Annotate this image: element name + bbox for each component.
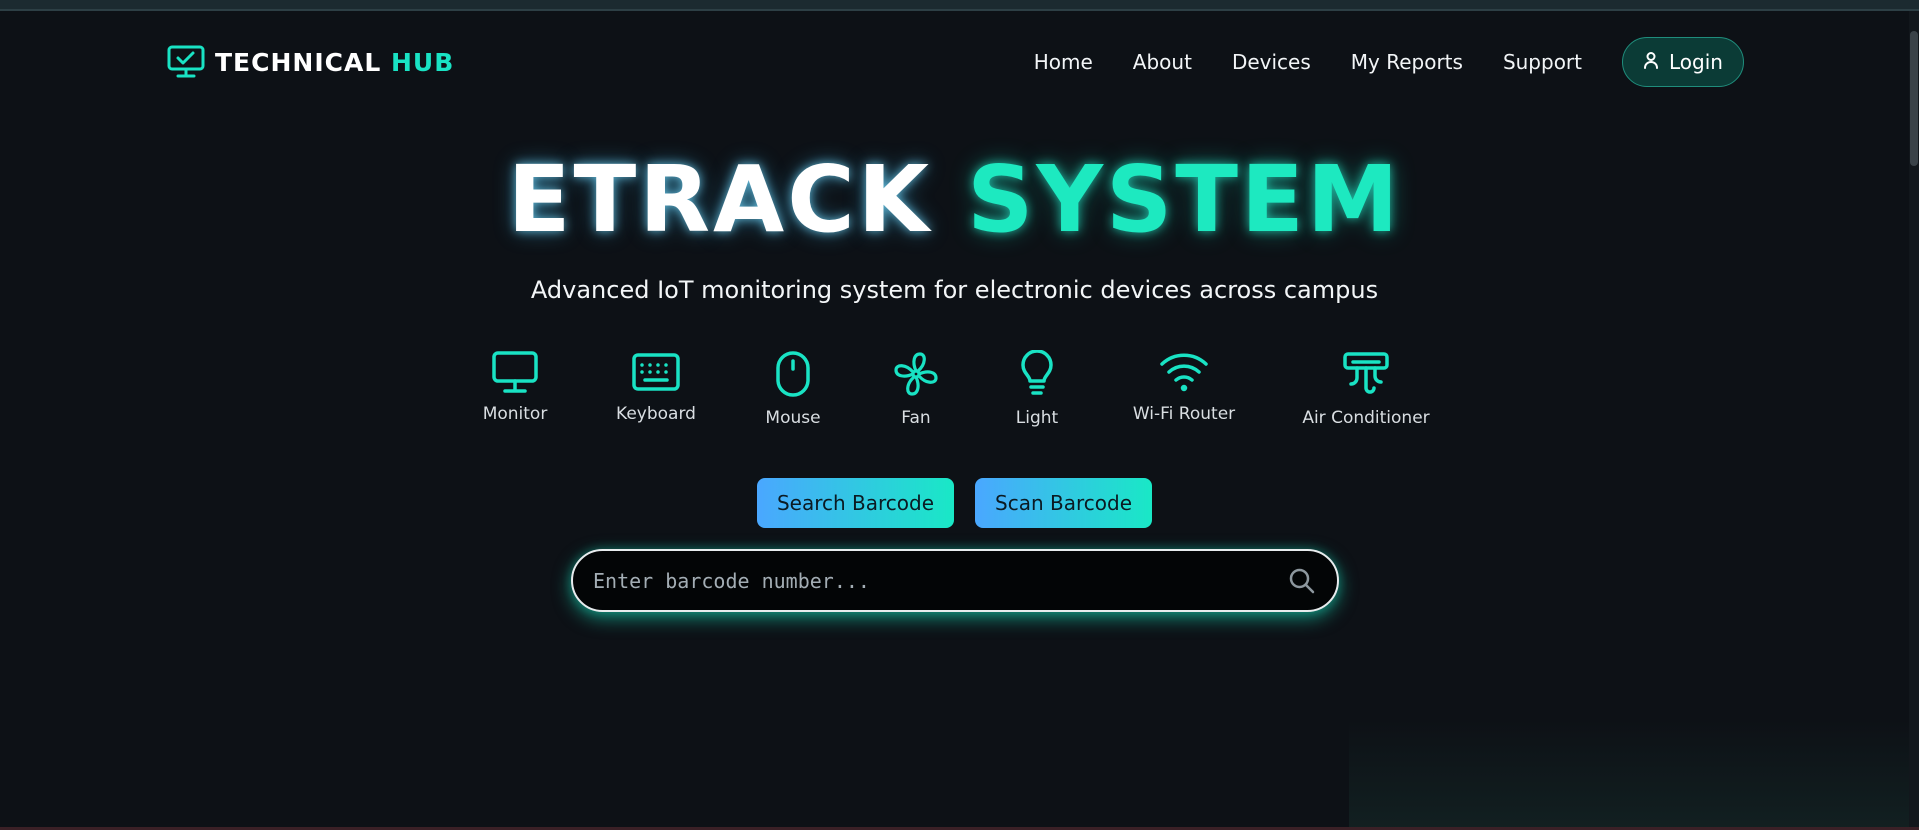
device-wifi-router[interactable]: Wi-Fi Router <box>1104 350 1264 424</box>
device-label: Keyboard <box>616 404 696 424</box>
search-barcode-button[interactable]: Search Barcode <box>756 478 955 528</box>
device-monitor[interactable]: Monitor <box>435 350 595 424</box>
brand-name-accent: HUB <box>390 47 455 77</box>
main-nav: Home About Devices My Reports Support Lo… <box>1034 37 1744 87</box>
nav-home[interactable]: Home <box>1034 50 1093 74</box>
barcode-actions: Search Barcode Scan Barcode <box>0 478 1909 528</box>
lightbulb-icon <box>957 350 1117 398</box>
scrollbar-thumb[interactable] <box>1910 31 1918 166</box>
hero-title-accent: SYSTEM <box>967 146 1402 253</box>
user-icon <box>1643 50 1659 74</box>
nav-support[interactable]: Support <box>1503 50 1582 74</box>
brand-name: TECHNICAL HUB <box>215 48 454 77</box>
scan-barcode-button[interactable]: Scan Barcode <box>975 478 1153 528</box>
device-icons-row: Monitor Keyboard Mouse Fan Light Wi-Fi R… <box>0 350 1919 450</box>
barcode-search-box <box>571 549 1339 612</box>
device-keyboard[interactable]: Keyboard <box>576 350 736 424</box>
login-button[interactable]: Login <box>1622 37 1744 87</box>
nav-about[interactable]: About <box>1133 50 1192 74</box>
search-icon[interactable] <box>1277 567 1327 595</box>
nav-devices[interactable]: Devices <box>1232 50 1311 74</box>
barcode-search-input[interactable] <box>573 550 1277 611</box>
device-label: Wi-Fi Router <box>1132 404 1236 424</box>
device-air-conditioner[interactable]: Air Conditioner <box>1286 350 1446 428</box>
device-label: Monitor <box>482 404 548 424</box>
wifi-icon <box>1104 350 1264 394</box>
device-label: Air Conditioner <box>1302 408 1430 428</box>
login-label: Login <box>1669 50 1723 74</box>
hero-subtitle: Advanced IoT monitoring system for elect… <box>530 276 1379 304</box>
background-glow <box>1349 720 1909 830</box>
monitor-icon <box>435 350 595 394</box>
device-label: Light <box>1015 408 1059 428</box>
browser-top-strip <box>0 0 1919 11</box>
monitor-check-icon <box>167 45 205 79</box>
hero-title-primary: ETRACK <box>507 146 933 253</box>
keyboard-icon <box>576 350 736 394</box>
hero-title: ETRACK SYSTEM <box>0 150 1909 250</box>
brand-name-primary: TECHNICAL <box>215 47 382 77</box>
nav-my-reports[interactable]: My Reports <box>1351 50 1463 74</box>
air-conditioner-icon <box>1286 350 1446 398</box>
brand-logo[interactable]: TECHNICAL HUB <box>167 45 454 79</box>
page-scrollbar[interactable] <box>1909 11 1919 830</box>
device-light[interactable]: Light <box>957 350 1117 428</box>
page: TECHNICAL HUB Home About Devices My Repo… <box>0 0 1919 830</box>
